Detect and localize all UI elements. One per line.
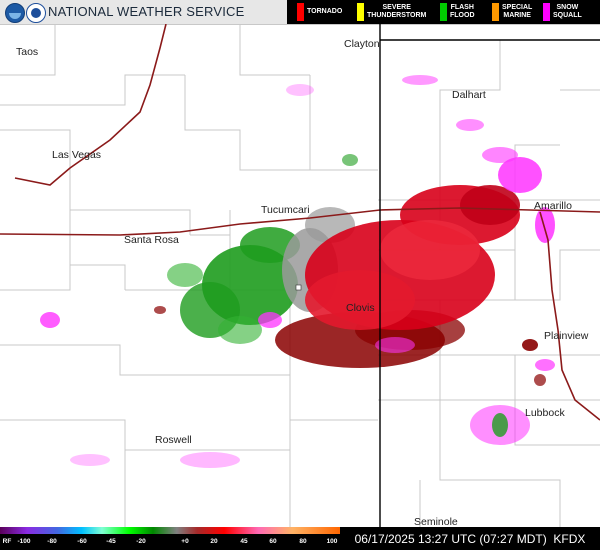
legend-item-severe-thunderstorm: SEVERE THUNDERSTORM xyxy=(357,0,437,24)
legend-label-flood: FLOOD xyxy=(450,12,475,19)
reflectivity-scale: RF -100 -80 -60 -45 -20 +0 20 45 60 80 1… xyxy=(0,527,340,550)
city-label-taos: Taos xyxy=(16,46,38,58)
legend-label-severe: SEVERE xyxy=(382,4,411,11)
scale-tick: -80 xyxy=(47,538,57,545)
city-label-tucumcari: Tucumcari xyxy=(261,204,310,216)
legend-item-tornado: TORNADO xyxy=(297,0,353,24)
scale-tick: -60 xyxy=(77,538,87,545)
legend-label-snow: SNOW xyxy=(556,4,579,11)
legend-swatch-severe-thunderstorm xyxy=(357,3,364,21)
legend-item-special-marine: SPECIAL MARINE xyxy=(492,0,542,24)
scale-tick: 20 xyxy=(210,538,218,545)
scale-tick: 80 xyxy=(299,538,307,545)
legend-swatch-special-marine xyxy=(492,3,499,21)
legend-label-flash: FLASH xyxy=(450,4,474,11)
warning-legend: TORNADO SEVERE THUNDERSTORM FLASH FLOOD SP… xyxy=(287,0,600,24)
legend-swatch-snow-squall xyxy=(543,3,550,21)
radar-site-id: KFDX xyxy=(553,531,586,546)
legend-label-thunderstorm: THUNDERSTORM xyxy=(367,12,427,19)
noaa-logo-icon xyxy=(5,3,25,23)
radar-map[interactable]: Taos Clayton Dalhart Las Vegas Tucumcari… xyxy=(0,24,600,530)
city-label-las-vegas: Las Vegas xyxy=(52,149,101,161)
legend-label-marine: MARINE xyxy=(503,12,531,19)
status-bar: 06/17/2025 13:27 UTC (07:27 MDT) KFDX xyxy=(340,527,600,550)
city-label-clovis: Clovis xyxy=(346,302,375,314)
city-label-roswell: Roswell xyxy=(155,434,192,446)
color-ramp xyxy=(0,527,340,534)
scale-tick: 100 xyxy=(326,538,338,545)
city-label-santa-rosa: Santa Rosa xyxy=(124,234,179,246)
scale-tick: +0 xyxy=(181,538,189,545)
legend-label-tornado: TORNADO xyxy=(307,8,343,15)
legend-label-special: SPECIAL xyxy=(502,4,533,11)
legend-item-flash-flood: FLASH FLOOD xyxy=(440,0,485,24)
nws-logo-icon xyxy=(26,3,46,23)
city-label-amarillo: Amarillo xyxy=(534,200,572,212)
legend-item-snow-squall: SNOW SQUALL xyxy=(543,0,597,24)
city-label-plainview: Plainview xyxy=(544,330,589,342)
scale-tick: -20 xyxy=(136,538,146,545)
header-bar: NATIONAL WEATHER SERVICE TORNADO SEVERE T… xyxy=(0,0,600,25)
scale-tick: 45 xyxy=(240,538,248,545)
city-label-dalhart: Dalhart xyxy=(452,89,486,101)
scale-prefix: RF xyxy=(2,538,12,545)
legend-swatch-flash-flood xyxy=(440,3,447,21)
city-label-clayton: Clayton xyxy=(344,38,380,50)
legend-swatch-tornado xyxy=(297,3,304,21)
agency-title: NATIONAL WEATHER SERVICE xyxy=(48,4,245,19)
legend-label-squall: SQUALL xyxy=(553,12,582,19)
city-label-lubbock: Lubbock xyxy=(525,407,565,419)
scale-tick: -100 xyxy=(17,538,31,545)
scale-tick: 60 xyxy=(269,538,277,545)
scale-tick: -45 xyxy=(106,538,116,545)
timestamp-text: 06/17/2025 13:27 UTC (07:27 MDT) xyxy=(354,531,547,546)
radar-site-marker xyxy=(295,284,302,291)
